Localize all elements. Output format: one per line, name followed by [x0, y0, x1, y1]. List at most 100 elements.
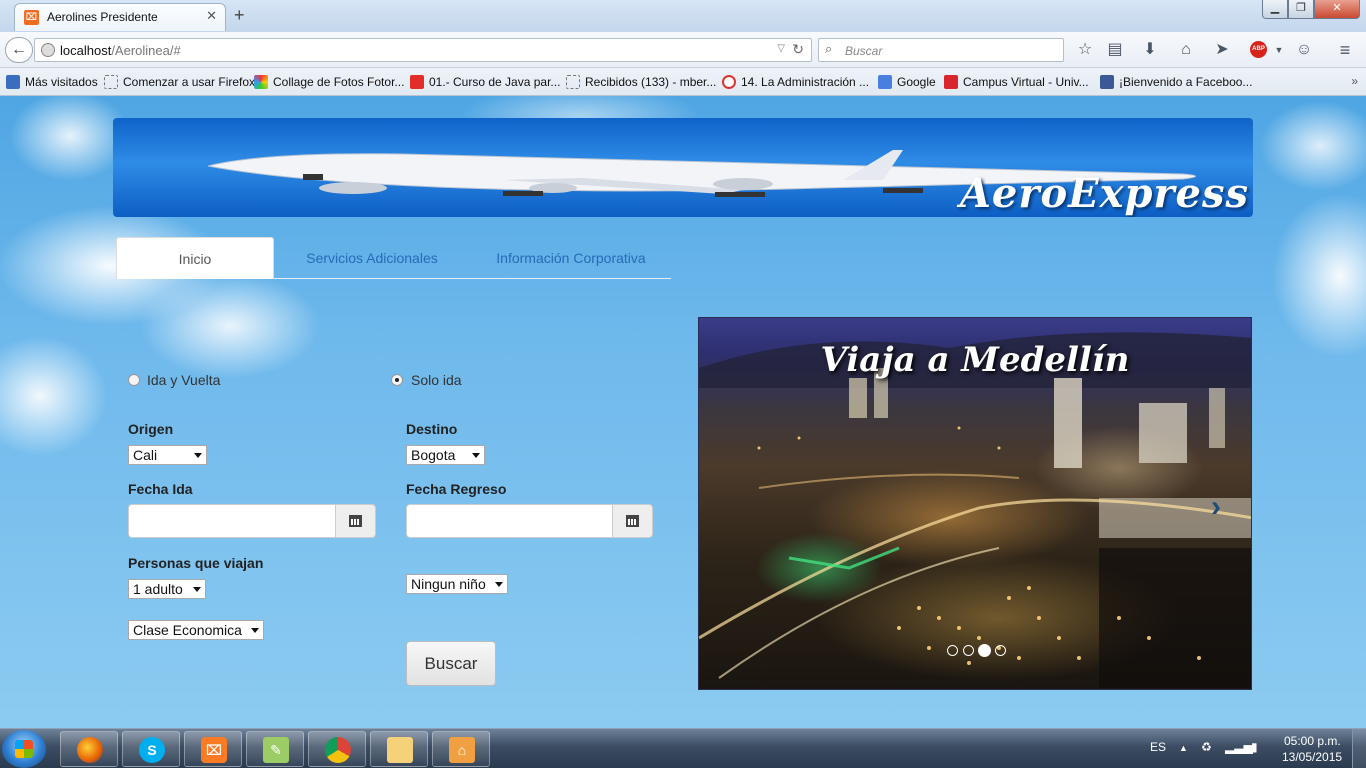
bookmark-item[interactable]: ¡Bienvenido a Faceboo... [1100, 75, 1252, 89]
bookmark-item[interactable]: Recibidos (133) - mber... [566, 75, 716, 89]
chevron-up-icon[interactable]: ▲ [1179, 743, 1188, 753]
adults-select[interactable]: 1 adulto [128, 579, 206, 599]
bookmark-item[interactable]: Campus Virtual - Univ... [944, 75, 1089, 89]
browser-tab[interactable]: ⌧ Aerolines Presidente ✕ [14, 3, 226, 31]
taskbar-notepad[interactable]: ✎ [246, 731, 304, 767]
carousel-dot[interactable] [947, 645, 958, 656]
taskbar-chrome[interactable] [308, 731, 366, 767]
battery-icon[interactable]: ▮ [1251, 740, 1258, 754]
destination-select[interactable]: Bogota [406, 445, 485, 465]
search-placeholder: Buscar [845, 44, 883, 58]
calendar-icon [626, 515, 639, 527]
chevron-right-icon[interactable]: › [1211, 490, 1221, 524]
bookmark-item[interactable]: 01.- Curso de Java par... [410, 75, 560, 89]
return-date-label: Fecha Regreso [406, 481, 507, 497]
return-date-input[interactable] [406, 504, 613, 538]
signal-bars-icon[interactable]: ▂▃▅ [1225, 740, 1253, 754]
bookmarks-toolbar: Más visitados Comenzar a usar Firefox Co… [0, 68, 1366, 96]
globe-icon [41, 43, 55, 57]
return-calendar-button[interactable] [613, 504, 653, 538]
departure-calendar-button[interactable] [336, 504, 376, 538]
calendar-icon [349, 515, 362, 527]
google-icon [878, 75, 892, 89]
children-select[interactable]: Ningun niño [406, 574, 508, 594]
skype-icon: S [139, 737, 165, 763]
notepad-icon: ✎ [263, 737, 289, 763]
firefox-window: ⌧ Aerolines Presidente ✕ + ▁ ❐ ✕ ← local… [0, 0, 1366, 768]
origin-select[interactable]: Cali [128, 445, 207, 465]
reading-list-icon[interactable]: ▤ [1105, 40, 1125, 60]
bookmark-item[interactable]: Más visitados [6, 75, 98, 89]
taskbar-homegroup[interactable]: ⌂ [432, 731, 490, 767]
passengers-label: Personas que viajan [128, 555, 264, 571]
menu-icon[interactable]: ≡ [1335, 40, 1355, 60]
adblock-plus-icon[interactable]: ABP [1250, 41, 1267, 58]
reload-icon[interactable]: ↻ [792, 41, 804, 58]
youtube-icon [410, 75, 424, 89]
clock-date[interactable]: 13/05/2015 [1282, 750, 1342, 764]
taskbar-xampp[interactable]: ⌧ [184, 731, 242, 767]
round-trip-label: Ida y Vuelta [147, 372, 221, 388]
language-indicator[interactable]: ES [1150, 740, 1166, 754]
search-icon: ⌕ [825, 41, 833, 56]
bookmark-item[interactable]: Google [878, 75, 936, 89]
windows-logo-icon [15, 740, 33, 758]
start-button[interactable] [2, 730, 46, 768]
bookmark-item[interactable]: Collage de Fotos Fotor... [254, 75, 404, 89]
downloads-icon[interactable]: ⬇ [1140, 40, 1160, 60]
xampp-icon: ⌧ [201, 737, 227, 763]
chat-icon[interactable]: ☺ [1294, 40, 1314, 60]
bookmark-folder-icon [6, 75, 20, 89]
bookmark-item[interactable]: Comenzar a usar Firefox [104, 75, 255, 89]
back-arrow-icon[interactable]: ← [5, 37, 33, 63]
tab-informacion-corporativa[interactable]: Información Corporativa [484, 237, 658, 279]
send-icon[interactable]: ➤ [1212, 40, 1232, 60]
browser-tab-strip: ⌧ Aerolines Presidente ✕ + ▁ ❐ ✕ [0, 0, 1366, 32]
carousel-dot[interactable] [995, 645, 1006, 656]
taskbar-skype[interactable]: S [122, 731, 180, 767]
departure-date-label: Fecha Ida [128, 481, 193, 497]
url-path: /Aerolinea/# [111, 43, 181, 58]
maximize-window-button[interactable]: ❐ [1288, 0, 1314, 19]
navigation-toolbar: ← localhost/Aerolinea/# ▽ ↻ ⌕ Buscar ☆ ▤… [0, 32, 1366, 68]
taskbar-explorer[interactable] [370, 731, 428, 767]
tab-title: Aerolines Presidente [47, 10, 158, 24]
search-bar[interactable]: ⌕ Buscar [818, 38, 1064, 62]
origin-label: Origen [128, 421, 174, 437]
chrome-icon [325, 737, 351, 763]
chevron-down-icon[interactable]: ▼ [1269, 40, 1289, 60]
xampp-favicon-icon: ⌧ [24, 10, 39, 25]
class-select[interactable]: Clase Economica [128, 620, 264, 640]
url-host: localhost [60, 43, 112, 58]
new-tab-icon[interactable]: + [234, 5, 245, 25]
departure-date-input[interactable] [128, 504, 336, 538]
minimize-window-button[interactable]: ▁ [1262, 0, 1288, 19]
show-desktop-button[interactable] [1352, 729, 1366, 768]
bookmark-item[interactable]: 14. La Administración ... [722, 75, 869, 89]
one-way-radio[interactable] [391, 374, 403, 386]
folder-icon [387, 737, 413, 763]
taskbar-firefox[interactable] [60, 731, 118, 767]
bookmark-star-icon[interactable]: ☆ [1075, 40, 1095, 60]
close-window-button[interactable]: ✕ [1314, 0, 1360, 19]
more-bookmarks-icon[interactable]: » [1351, 74, 1358, 88]
clock-time[interactable]: 05:00 p.m. [1284, 734, 1341, 748]
house-icon: ⌂ [449, 737, 475, 763]
main-nav-tabs: Inicio Servicios Adicionales Información… [116, 237, 671, 279]
url-bar[interactable]: localhost/Aerolinea/# ▽ ↻ [34, 38, 812, 62]
one-way-label: Solo ida [411, 372, 462, 388]
tab-servicios-adicionales[interactable]: Servicios Adicionales [296, 237, 448, 279]
carousel-caption: Viaja a Medellín [820, 340, 1130, 380]
search-flights-button[interactable]: Buscar [406, 641, 496, 686]
page-icon [566, 75, 580, 89]
carousel-dot-active[interactable] [978, 644, 991, 657]
close-tab-icon[interactable]: ✕ [206, 8, 217, 24]
network-sync-icon[interactable]: ♻ [1201, 740, 1212, 754]
carousel-dot[interactable] [963, 645, 974, 656]
destination-carousel[interactable]: Viaja a Medellín › [698, 317, 1252, 690]
home-icon[interactable]: ⌂ [1176, 40, 1196, 60]
round-trip-radio[interactable] [128, 374, 140, 386]
chevron-down-icon [193, 587, 201, 592]
url-dropdown-icon[interactable]: ▽ [777, 43, 785, 54]
tab-inicio[interactable]: Inicio [116, 237, 274, 279]
